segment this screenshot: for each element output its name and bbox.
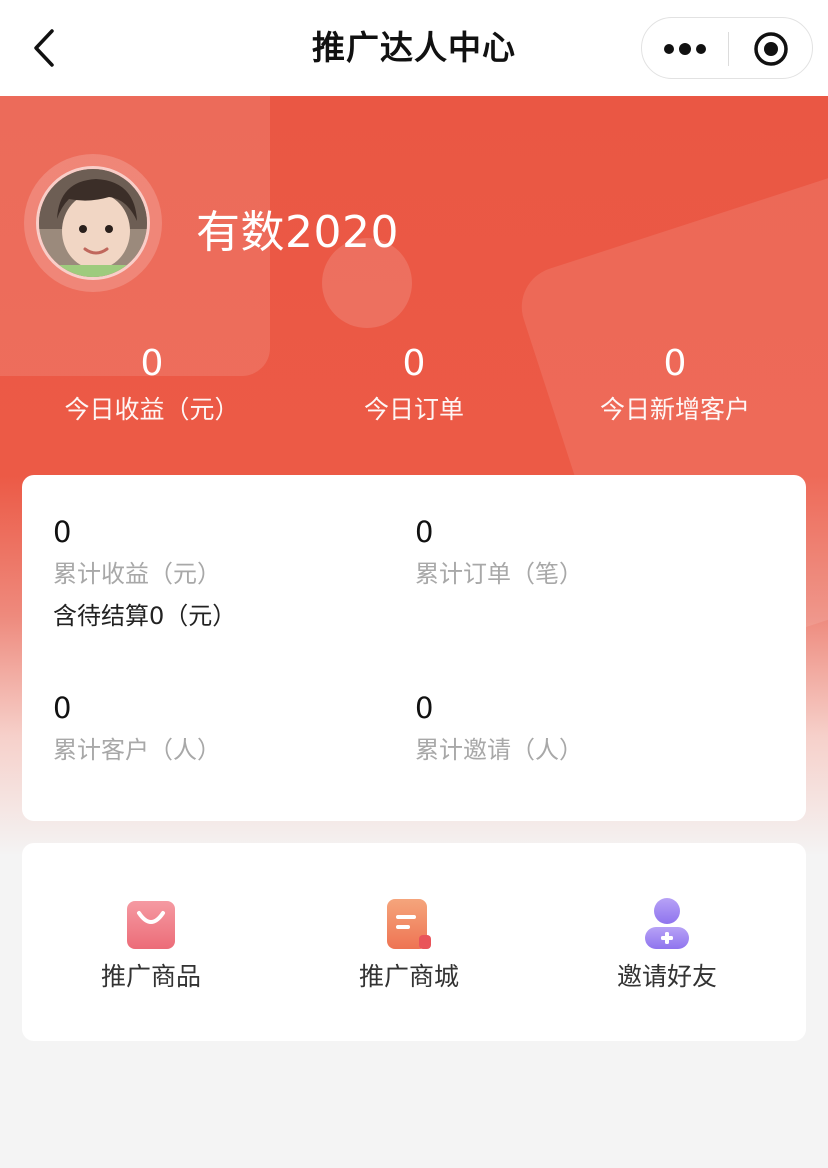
username: 有数2020: [196, 207, 399, 258]
promote-products-button[interactable]: 推广商品: [22, 897, 280, 997]
pending-settlement-note: 含待结算0（元）: [53, 602, 237, 630]
today-new-customers-label: 今日新增客户: [599, 395, 750, 424]
cumulative-stats-card: 0 累计收益（元） 含待结算0（元） 0 累计订单（笔） 0 累计客户（人） 0…: [22, 475, 806, 821]
total-invites-value: 0: [415, 691, 434, 725]
chevron-left-icon: [34, 29, 54, 67]
document-icon: [387, 899, 431, 949]
capsule-menu: [641, 17, 813, 79]
today-new-customers-value: 0: [663, 343, 687, 384]
shopping-bag-icon: [127, 901, 175, 949]
today-earnings-value: 0: [140, 343, 164, 384]
today-orders: 0 今日订单: [276, 342, 552, 430]
today-orders-value: 0: [402, 343, 426, 384]
promote-mall-label: 推广商城: [358, 962, 459, 991]
more-button[interactable]: [642, 18, 728, 80]
total-customers[interactable]: 0 累计客户（人）: [53, 688, 221, 772]
page: 推广达人中心 有数2020 0 今日收益（元） 0 今日订单 0 今日新增客户 …: [0, 0, 828, 1168]
total-earnings[interactable]: 0 累计收益（元） 含待结算0（元）: [53, 512, 236, 636]
total-invites[interactable]: 0 累计邀请（人）: [415, 688, 583, 772]
more-dots-icon: [664, 43, 706, 55]
promote-products-label: 推广商品: [100, 962, 201, 991]
today-stats: 0 今日收益（元） 0 今日订单 0 今日新增客户: [0, 342, 828, 442]
total-customers-value: 0: [53, 691, 72, 725]
add-user-icon: [645, 898, 689, 949]
avatar-photo: [39, 169, 147, 277]
total-orders-label: 累计订单（笔）: [415, 560, 583, 588]
today-orders-label: 今日订单: [363, 395, 464, 424]
total-earnings-label: 累计收益（元）: [53, 560, 221, 588]
today-earnings-label: 今日收益（元）: [64, 395, 240, 424]
total-invites-label: 累计邀请（人）: [415, 736, 583, 764]
invite-friends-label: 邀请好友: [616, 962, 717, 991]
total-orders-value: 0: [415, 515, 434, 549]
total-customers-label: 累计客户（人）: [53, 736, 221, 764]
invite-friends-button[interactable]: 邀请好友: [538, 897, 796, 997]
total-orders[interactable]: 0 累计订单（笔）: [415, 512, 583, 596]
today-new-customers: 0 今日新增客户: [537, 342, 813, 430]
target-close-icon: [754, 32, 788, 66]
today-earnings: 0 今日收益（元）: [14, 342, 290, 430]
avatar[interactable]: [36, 166, 150, 280]
total-earnings-value: 0: [53, 515, 72, 549]
actions-card: 推广商品 推广商城 邀请好友: [22, 843, 806, 1041]
back-button[interactable]: [22, 26, 66, 70]
promote-mall-button[interactable]: 推广商城: [280, 897, 538, 997]
navigation-bar: 推广达人中心: [0, 0, 828, 96]
close-button[interactable]: [729, 18, 813, 80]
avatar-ring: [24, 154, 162, 292]
